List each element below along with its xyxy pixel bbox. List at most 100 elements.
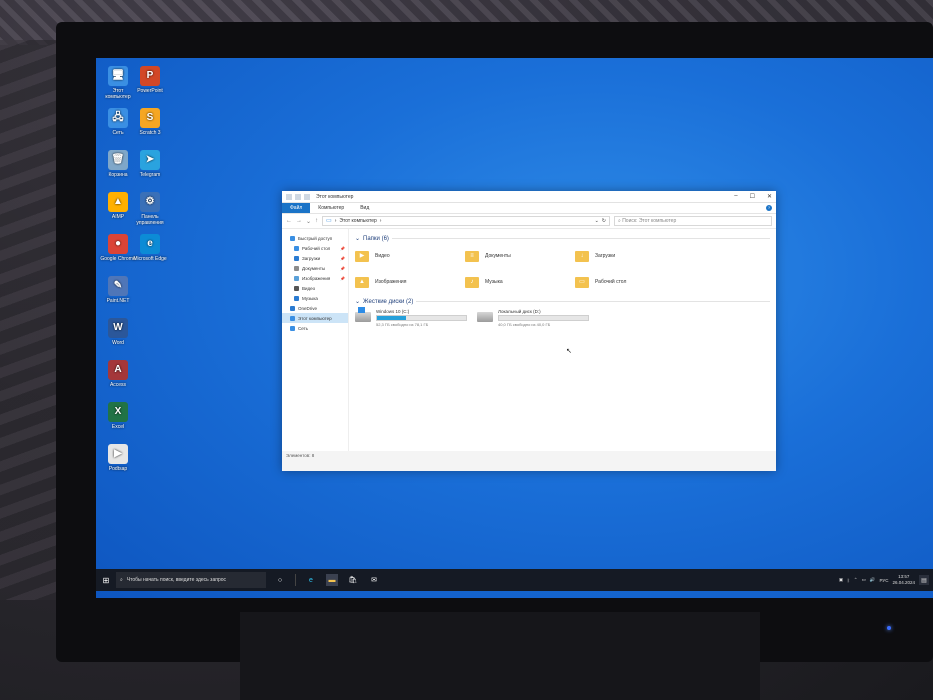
search-icon: ⌕ [120,577,123,583]
nav-item[interactable]: Видео [282,283,348,293]
drive-item[interactable]: Локальный диск (D:) 40,0 ГБ свободно из 4… [477,309,589,327]
desktop-icon[interactable]: 🖧 Сеть [100,108,136,136]
folder-item[interactable]: ▶ Видео [355,246,465,266]
app-icon: ✎ [108,276,128,296]
desktop-icon-label: Этот компьютер [105,88,131,100]
title-bar[interactable]: Этот компьютер – ☐ ✕ [282,191,776,203]
folder-item[interactable]: ↓ Загрузки [575,246,685,266]
help-icon[interactable]: ? [766,205,772,211]
app-icon: ▶ [108,444,128,464]
nav-item[interactable]: Сеть [282,323,348,333]
folder-item[interactable]: ▲ Изображения [355,272,465,292]
volume-icon[interactable]: 🔊 [870,577,876,583]
desktop[interactable]: 🖥 Этот компьютер P PowerPoint 🖧 Сеть S Scratch … [96,58,933,598]
up-icon[interactable]: ↑ [315,218,318,224]
nav-item[interactable]: Документы 📌 [282,263,348,273]
nav-item[interactable]: Изображения 📌 [282,273,348,283]
start-button[interactable]: ⊞ [96,569,116,591]
desktop-icon[interactable]: A Access [100,360,136,388]
folder-item[interactable]: ♪ Музыка [465,272,575,292]
maximize-icon[interactable]: ☐ [750,193,755,200]
nav-item-icon [290,305,295,311]
drive-free-space: 52,3 ГБ свободно из 78,1 ГБ [376,322,429,327]
edge-icon[interactable]: e [305,574,317,586]
search-input[interactable]: ⌕ Поиск: Этот компьютер [614,216,772,226]
network-icon[interactable]: ▭ [862,577,866,583]
desktop-icon[interactable]: X Excel [100,402,136,430]
chevron-up-icon[interactable]: ⌃ [854,577,858,583]
folder-label: Видео [375,253,390,259]
file-explorer-icon[interactable]: ▬ [326,574,338,586]
tab-computer[interactable]: Компьютер [310,203,352,213]
new-folder-icon[interactable] [304,193,310,200]
language-indicator[interactable]: РУС [879,578,888,583]
nav-item-icon [294,295,299,301]
desktop-icon-label: Word [112,340,124,346]
folders-section-header[interactable]: ⌄ Папки (6) [355,235,770,242]
nav-item[interactable]: Загрузки 📌 [282,253,348,263]
properties-icon[interactable] [295,193,301,200]
desktop-icon[interactable]: ▶ Podtsap [100,444,136,472]
desktop-icon[interactable]: ➤ Telegram [132,150,168,178]
nav-item[interactable]: OneDrive [282,303,348,313]
tab-view[interactable]: Вид [352,203,377,213]
nav-item[interactable]: Быстрый доступ [282,233,348,243]
desktop-icon[interactable]: ▲ AIMP [100,192,136,220]
content-pane[interactable]: ⌄ Папки (6) ▶ Видео ≡ Документы ↓ Загрузки ▲ Из… [349,229,776,451]
taskbar-search[interactable]: ⌕ Чтобы начать поиск, введите здесь запр… [116,572,266,588]
refresh-icon[interactable]: ↻ [602,217,606,225]
desktop-icon[interactable]: 🖥 Этот компьютер [100,66,136,100]
app-icon: 🖥 [108,66,128,86]
minimize-icon[interactable]: – [734,193,737,200]
nav-item[interactable]: Рабочий стол 📌 [282,243,348,253]
search-placeholder: Поиск: Этот компьютер [622,218,677,224]
desktop-icon-label: Scratch 3 [139,130,161,136]
nav-item-icon [290,315,295,321]
desktop-icon[interactable]: ● Google Chrome [100,234,136,262]
notification-icon[interactable]: ▤ [919,575,929,585]
drive-label: Локальный диск (D:) [498,309,541,314]
mail-icon[interactable]: ✉ [368,574,380,586]
app-icon: ⚙ [140,192,160,212]
desktop-icon-label: Корзина [108,172,128,178]
task-view-icon[interactable]: ○ [274,574,286,586]
computer-icon [286,193,292,200]
search-icon: ⌕ [618,218,621,224]
nav-item-label: Видео [302,285,316,291]
chevron-down-icon[interactable]: ⌄ [355,235,360,242]
chevron-down-icon[interactable]: ⌄ [306,218,311,225]
bluetooth-icon[interactable]: ᛒ [847,578,850,583]
desktop-icon[interactable]: ⚙ Панель управления [132,192,168,226]
divider [391,238,770,239]
address-text[interactable]: Этот компьютер [339,217,376,225]
drives-section-header[interactable]: ⌄ Жесткие диски (2) [355,298,770,305]
clock[interactable]: 13:57 26.04.2024 [892,574,915,586]
store-icon[interactable]: 🛍 [347,574,359,586]
desktop-icon[interactable]: S Scratch 3 [132,108,168,136]
nav-item-label: Быстрый доступ [298,235,333,241]
close-icon[interactable]: ✕ [767,193,772,200]
desktop-icon[interactable]: e Microsoft Edge [132,234,168,262]
folder-item[interactable]: ▭ Рабочий стол [575,272,685,292]
desktop-icon[interactable]: ✎ Paint.NET [100,276,136,304]
chevron-down-icon[interactable]: ⌄ [355,298,360,305]
address-dropdown-icon[interactable]: ⌄ [595,217,599,225]
back-icon[interactable]: ← [286,218,292,224]
desktop-icon[interactable]: 🗑 Корзина [100,150,136,178]
drive-item[interactable]: Windows 10 (C:) 52,3 ГБ свободно из 78,1 … [355,307,467,327]
address-bar[interactable]: ▭ › Этот компьютер › ⌄ ↻ [322,216,610,226]
tab-file[interactable]: Файл [282,203,311,213]
forward-icon[interactable]: → [296,218,302,224]
breadcrumb-sep: › [334,218,337,224]
folder-icon: ♪ [465,275,479,289]
folder-item[interactable]: ≡ Документы [465,246,575,266]
nav-item[interactable]: Этот компьютер [282,313,348,323]
desktop-icon[interactable]: W Word [100,318,136,346]
date: 26.04.2024 [892,580,915,585]
explorer-window[interactable]: Этот компьютер – ☐ ✕ Файл Компьютер Вид … [282,191,776,471]
app-icon: P [140,66,160,86]
tray-app-icon[interactable]: ▣ [839,577,843,583]
desktop-icon-label: AIMP [111,214,125,220]
desktop-icon[interactable]: P PowerPoint [132,66,168,94]
nav-item[interactable]: Музыка [282,293,348,303]
